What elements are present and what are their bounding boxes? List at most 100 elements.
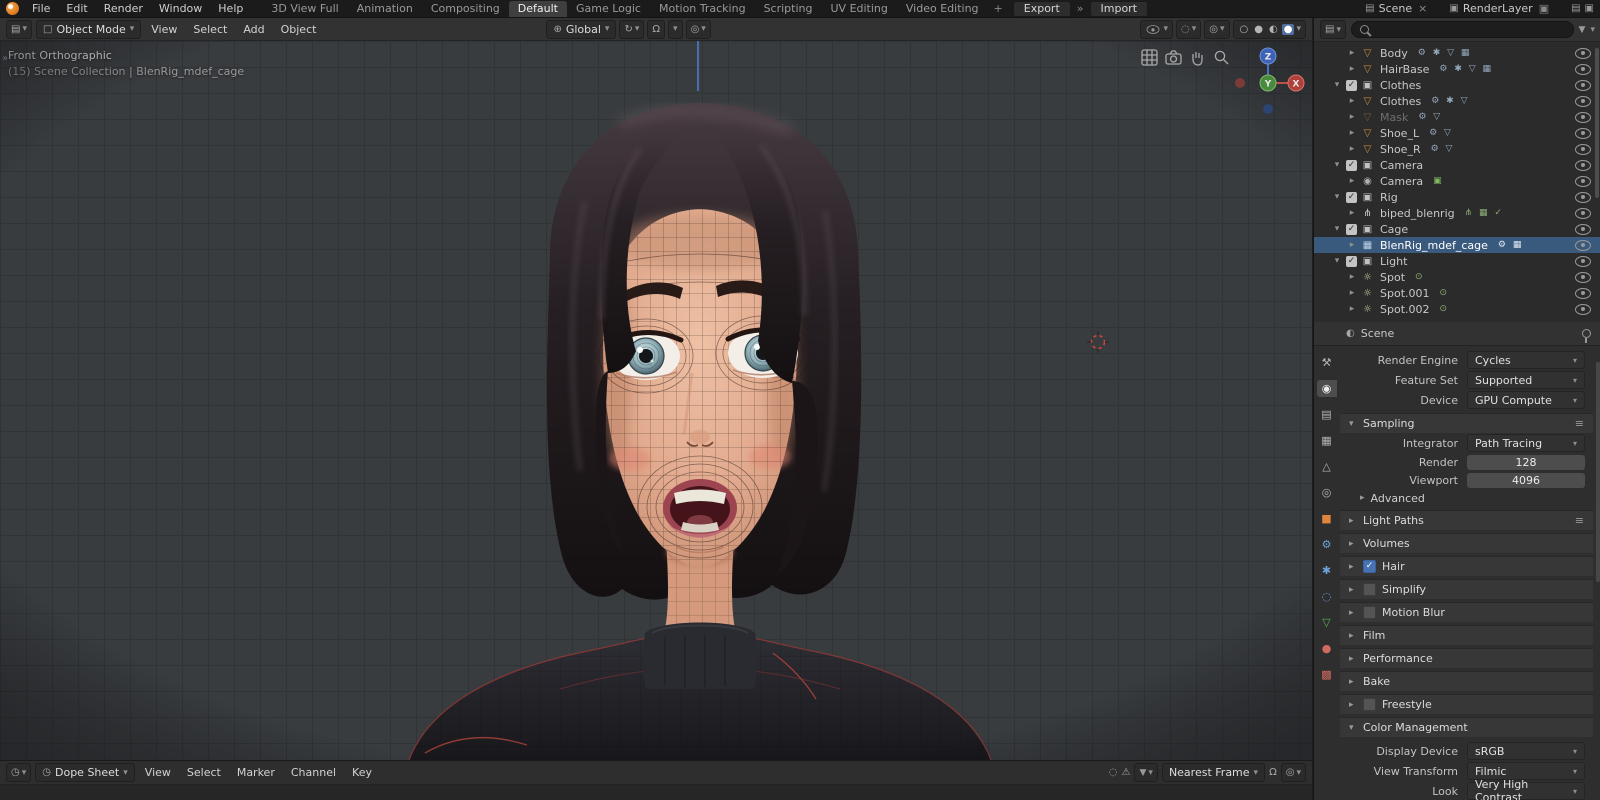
menu-add[interactable]: Add [237, 23, 270, 36]
outliner-row-spot-001[interactable]: ▸ ☼ Spot.001 ⊙ [1314, 285, 1600, 301]
section-performance[interactable]: ▸ Performance [1340, 648, 1593, 668]
outliner-row-cage-collection[interactable]: ▾ ✓ ▣ Cage [1314, 221, 1600, 237]
eye-icon[interactable] [1575, 271, 1591, 283]
gizmo-neg-x[interactable] [1235, 78, 1245, 88]
collection-checkbox[interactable]: ✓ [1346, 255, 1357, 267]
workspace-tab-video-editing[interactable]: Video Editing [897, 1, 988, 17]
window-icon-b[interactable]: ▣ [1585, 3, 1594, 14]
properties-tab-view-layer[interactable]: ▦ [1317, 432, 1337, 449]
shading-wireframe-button[interactable]: ○ [1238, 24, 1251, 35]
eye-icon[interactable] [1575, 79, 1591, 91]
menu-marker[interactable]: Marker [231, 766, 281, 779]
look-dropdown[interactable]: Very High Contrast ▾ [1467, 778, 1585, 800]
window-icon-a[interactable]: ▤ [1571, 3, 1580, 14]
eye-icon[interactable] [1575, 111, 1591, 123]
freestyle-checkbox[interactable] [1363, 698, 1376, 711]
mode-dropdown[interactable]: □ Object Mode ▾ [35, 19, 142, 39]
disclosure-triangle-icon[interactable]: ▸ [1347, 112, 1357, 122]
workspace-tab-compositing[interactable]: Compositing [422, 1, 509, 17]
unlink-scene-icon[interactable]: × [1416, 2, 1429, 15]
import-button[interactable]: Import [1089, 0, 1149, 17]
outliner-row-clothes-collection[interactable]: ▾ ✓ ▣ Clothes [1314, 77, 1600, 93]
workspace-tab-game-logic[interactable]: Game Logic [567, 1, 650, 17]
disclosure-triangle-icon[interactable]: ▸ [1347, 128, 1357, 138]
disclosure-triangle-icon[interactable]: ▾ [1332, 192, 1342, 202]
eye-icon[interactable] [1575, 47, 1591, 59]
chevron-down-icon[interactable]: ▾ [1590, 25, 1595, 35]
eye-icon[interactable] [1575, 255, 1591, 267]
disclosure-triangle-icon[interactable]: ▸ [1347, 96, 1357, 106]
properties-tab-particles[interactable]: ✱ [1317, 562, 1337, 579]
menu-key[interactable]: Key [346, 766, 378, 779]
properties-tab-tool[interactable]: ⚒ [1317, 354, 1337, 371]
dope-sheet-mode-dropdown[interactable]: ◷ Dope Sheet ▾ [35, 763, 135, 782]
magnet-icon[interactable]: Ω [1269, 767, 1277, 778]
section-hair[interactable]: ▸ ✓ Hair [1340, 556, 1593, 576]
properties-tab-texture[interactable]: ▩ [1317, 666, 1337, 683]
eye-icon[interactable] [1575, 239, 1591, 251]
outliner-row-spot[interactable]: ▸ ☼ Spot ⊙ [1314, 269, 1600, 285]
viewport-canvas[interactable]: » Front Orthographic (15) Scene Collecti… [0, 41, 1312, 761]
motion-blur-checkbox[interactable] [1363, 606, 1376, 619]
presets-menu-icon[interactable]: ≡ [1575, 514, 1584, 527]
properties-tab-render[interactable]: ◉ [1316, 380, 1337, 397]
section-bake[interactable]: ▸ Bake [1340, 671, 1593, 691]
disclosure-triangle-icon[interactable]: ▸ [1347, 272, 1357, 282]
workspace-tab-animation[interactable]: Animation [348, 1, 422, 17]
eye-icon[interactable] [1575, 287, 1591, 299]
render-samples-field[interactable]: 128 [1467, 454, 1585, 470]
gizmos-toggle[interactable]: ◌ ▾ [1176, 19, 1202, 39]
eye-icon[interactable] [1575, 159, 1591, 171]
menu-channel[interactable]: Channel [285, 766, 342, 779]
shading-rendered-button[interactable]: ● [1281, 23, 1295, 35]
properties-tab-object[interactable]: ■ [1317, 510, 1337, 527]
overlays-toggle[interactable]: ◎ ▾ [1204, 19, 1230, 39]
display-device-dropdown[interactable]: sRGB ▾ [1467, 742, 1585, 760]
integrator-dropdown[interactable]: Path Tracing ▾ [1467, 434, 1585, 452]
workspace-tab-uv-editing[interactable]: UV Editing [822, 1, 897, 17]
eye-icon[interactable] [1575, 127, 1591, 139]
disclosure-triangle-icon[interactable]: ▾ [1332, 160, 1342, 170]
workspace-tab-motion-tracking[interactable]: Motion Tracking [650, 1, 755, 17]
menu-file[interactable]: File [25, 2, 57, 15]
proportional-edit-dropdown[interactable]: ◎ ▾ [685, 19, 711, 39]
properties-tab-modifiers[interactable]: ⚙ [1317, 536, 1337, 553]
section-volumes[interactable]: ▸ Volumes [1340, 533, 1593, 553]
eye-icon[interactable] [1575, 303, 1591, 315]
outliner-row-light-collection[interactable]: ▾ ✓ ▣ Light [1314, 253, 1600, 269]
properties-tab-object-data[interactable]: ▽ [1317, 614, 1337, 631]
outliner-search-input[interactable] [1350, 21, 1574, 38]
scrollbar[interactable] [1595, 48, 1599, 198]
eye-icon[interactable] [1575, 223, 1591, 235]
transform-orientation-dropdown[interactable]: ⊕ Global ▾ [546, 19, 617, 39]
section-freestyle[interactable]: ▸ Freestyle [1340, 694, 1593, 714]
properties-tab-scene[interactable]: △ [1317, 458, 1337, 475]
filter-icon[interactable]: ▼ [1579, 25, 1586, 35]
simplify-checkbox[interactable] [1363, 583, 1376, 596]
outliner-row-mask[interactable]: ▸ ▽ Mask ⚙ ▽ [1314, 109, 1600, 125]
disclosure-triangle-icon[interactable]: ▸ [1347, 176, 1357, 186]
snap-target-dropdown[interactable]: ▾ [668, 19, 683, 39]
pin-icon[interactable] [1582, 329, 1591, 343]
menu-view[interactable]: View [145, 23, 183, 36]
outliner-row-shoe-r[interactable]: ▸ ▽ Shoe_R ⚙ ▽ [1314, 141, 1600, 157]
scrollbar[interactable] [1596, 362, 1600, 582]
dope-sheet-canvas[interactable] [0, 785, 1312, 800]
disclosure-triangle-icon[interactable]: ▸ [1347, 144, 1357, 154]
menu-render[interactable]: Render [97, 2, 150, 15]
pivot-point-dropdown[interactable]: ↻ ▾ [619, 19, 645, 39]
eye-icon[interactable] [1575, 143, 1591, 155]
section-simplify[interactable]: ▸ Simplify [1340, 579, 1593, 599]
properties-tab-world[interactable]: ◎ [1317, 484, 1337, 501]
menu-help[interactable]: Help [211, 2, 250, 15]
feature-set-dropdown[interactable]: Supported ▾ [1467, 371, 1585, 389]
disclosure-triangle-icon[interactable]: ▸ [1347, 240, 1357, 250]
hair-checkbox[interactable]: ✓ [1363, 560, 1376, 573]
outliner-row-spot-002[interactable]: ▸ ☼ Spot.002 ⊙ [1314, 301, 1600, 317]
blender-logo-icon[interactable] [6, 2, 19, 15]
filter-dropdown[interactable]: ▼ ▾ [1134, 763, 1158, 782]
auto-snap-dropdown[interactable]: Nearest Frame ▾ [1161, 763, 1266, 782]
outliner-row-body[interactable]: ▸ ▽ Body ⚙ ✱ ▽ ▦ [1314, 45, 1600, 61]
menu-view[interactable]: View [139, 766, 177, 779]
collection-checkbox[interactable]: ✓ [1346, 223, 1357, 235]
